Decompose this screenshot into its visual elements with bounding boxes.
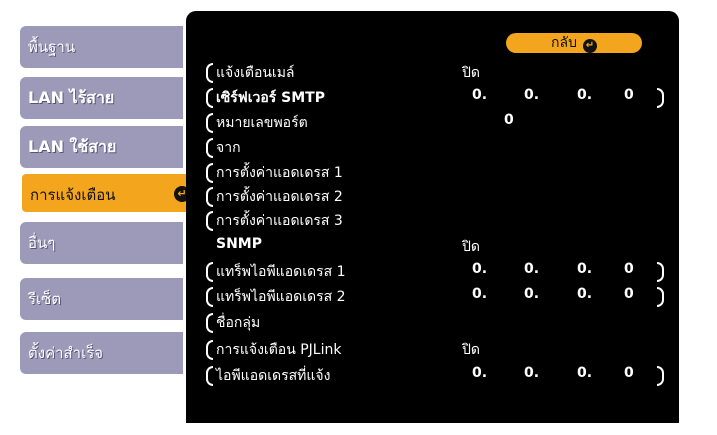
row-bracket-left: [206, 138, 213, 158]
port-number-row[interactable]: หมายเลขพอร์ต 0: [204, 111, 664, 133]
trap-ip2-octet-4: 0: [624, 286, 634, 302]
trap-ip1-label: แทร็พไอพีแอดเดรส 1: [216, 264, 346, 280]
menu-item-label: รีเซ็ต: [28, 290, 62, 308]
menu-item-others[interactable]: อื่นๆ: [20, 222, 183, 264]
smtp-octet-3: 0.: [577, 87, 593, 103]
address3-label: การตั้งค่าแอดเดรส 3: [216, 213, 343, 229]
pjlink-notification-label: การแจ้งเตือน PJLink: [216, 342, 342, 358]
row-bracket-right: [657, 88, 664, 108]
address2-label: การตั้งค่าแอดเดรส 2: [216, 189, 343, 205]
notify-ip-octet-1: 0.: [472, 365, 488, 381]
menu-item-label: LAN ใช้สาย: [28, 137, 117, 156]
community-row[interactable]: ชื่อกลุ่ม: [204, 311, 664, 333]
trap-ip1-octet-2: 0.: [524, 261, 540, 277]
notify-ip-label: ไอพีแอดเดรสที่แจ้ง: [216, 368, 331, 384]
snmp-label: SNMP: [216, 236, 262, 252]
menu-item-label: การแจ้งเตือน: [30, 186, 116, 204]
row-bracket-left: [206, 287, 213, 307]
trap-ip1-octet-1: 0.: [472, 261, 488, 277]
menu-item-wired-lan[interactable]: LAN ใช้สาย: [20, 126, 183, 168]
row-bracket-left: [206, 211, 213, 231]
row-bracket-left: [206, 113, 213, 133]
menu-item-basic[interactable]: พื้นฐาน: [20, 26, 183, 68]
address1-label: การตั้งค่าแอดเดรส 1: [216, 165, 343, 181]
trap-ip2-octet-2: 0.: [524, 286, 540, 302]
notify-ip-octet-2: 0.: [524, 365, 540, 381]
trap-ip1-octet-3: 0.: [577, 261, 593, 277]
row-bracket-right: [657, 262, 664, 282]
menu-item-wireless-lan[interactable]: LAN ไร้สาย: [20, 77, 183, 119]
address3-row[interactable]: การตั้งค่าแอดเดรส 3: [204, 209, 664, 231]
port-number-label: หมายเลขพอร์ต: [216, 115, 308, 131]
row-bracket-left: [206, 340, 213, 360]
trap-ip2-octet-3: 0.: [577, 286, 593, 302]
menu-item-label: LAN ไร้สาย: [28, 88, 115, 107]
trap-ip2-row[interactable]: แทร็พไอพีแอดเดรส 2 0. 0. 0. 0: [204, 285, 664, 307]
snmp-value: ปิด: [462, 239, 480, 255]
trap-ip2-label: แทร็พไอพีแอดเดรส 2: [216, 289, 346, 305]
menu-item-label: พื้นฐาน: [28, 38, 76, 56]
port-number-value: 0: [504, 112, 514, 128]
row-bracket-left: [206, 366, 213, 386]
community-label: ชื่อกลุ่ม: [216, 315, 261, 331]
mail-notification-row[interactable]: แจ้งเตือนเมล์ ปิด: [204, 61, 664, 83]
menu-item-notification[interactable]: การแจ้งเตือน ↵: [20, 172, 198, 214]
row-bracket-left: [206, 262, 213, 282]
notify-ip-octet-3: 0.: [577, 365, 593, 381]
snmp-row[interactable]: SNMP ปิด: [204, 235, 664, 255]
settings-panel: กลับ ↵ แจ้งเตือนเมล์ ปิด เซิร์ฟเวอร์ SMTP…: [186, 11, 679, 423]
smtp-octet-2: 0.: [524, 87, 540, 103]
smtp-server-row[interactable]: เซิร์ฟเวอร์ SMTP 0. 0. 0. 0: [204, 86, 664, 108]
row-bracket-right: [657, 366, 664, 386]
trap-ip2-octet-1: 0.: [472, 286, 488, 302]
enter-arrow-icon: ↵: [582, 39, 597, 53]
pjlink-notification-row[interactable]: การแจ้งเตือน PJLink ปิด: [204, 338, 664, 360]
from-label: จาก: [216, 140, 241, 156]
notify-ip-octet-4: 0: [624, 365, 634, 381]
smtp-octet-4: 0: [624, 87, 634, 103]
row-bracket-left: [206, 163, 213, 183]
trap-ip1-row[interactable]: แทร็พไอพีแอดเดรส 1 0. 0. 0. 0: [204, 260, 664, 282]
smtp-octet-1: 0.: [472, 87, 488, 103]
smtp-server-label: เซิร์ฟเวอร์ SMTP: [216, 90, 325, 106]
notify-ip-row[interactable]: ไอพีแอดเดรสที่แจ้ง 0. 0. 0. 0: [204, 364, 664, 386]
back-button-label: กลับ: [551, 35, 577, 51]
row-bracket-left: [206, 313, 213, 333]
mail-notification-value: ปิด: [462, 65, 480, 81]
row-bracket-left: [206, 63, 213, 83]
mail-notification-label: แจ้งเตือนเมล์: [216, 65, 295, 81]
back-button[interactable]: กลับ ↵: [506, 33, 642, 53]
menu-item-label: ตั้งค่าสำเร็จ: [28, 344, 104, 362]
row-bracket-right: [657, 287, 664, 307]
row-bracket-left: [206, 88, 213, 108]
menu-item-label: อื่นๆ: [28, 234, 56, 252]
trap-ip1-octet-4: 0: [624, 261, 634, 277]
pjlink-notification-value: ปิด: [462, 342, 480, 358]
row-bracket-left: [206, 187, 213, 207]
address1-row[interactable]: การตั้งค่าแอดเดรส 1: [204, 161, 664, 183]
from-row[interactable]: จาก: [204, 136, 664, 158]
address2-row[interactable]: การตั้งค่าแอดเดรส 2: [204, 185, 664, 207]
menu-item-reset[interactable]: รีเซ็ต: [20, 278, 183, 320]
menu-item-setup-complete[interactable]: ตั้งค่าสำเร็จ: [20, 332, 183, 374]
